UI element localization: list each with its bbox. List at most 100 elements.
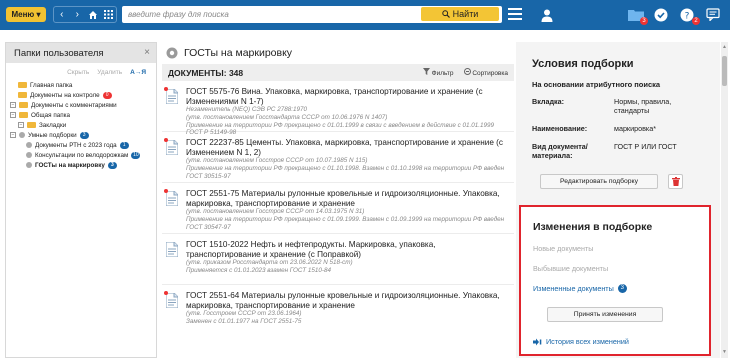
documents-bar: ДОКУМЕНТЫ: 348 Фильтр Сортировка — [162, 64, 514, 81]
condition-row: Наименование: маркировка* — [532, 124, 720, 133]
document-meta: Незаменитель (NEQ) СЭВ РС 2788:1970 — [186, 106, 307, 113]
condition-value: маркировка* — [614, 124, 657, 133]
document-title[interactable]: ГОСТ 5575-76 Вина. Упаковка, маркировка,… — [186, 87, 510, 106]
document-item[interactable]: ГОСТ 1510-2022 Нефть и нефтепродукты. Ма… — [162, 234, 514, 285]
condition-value: Нормы, правила, стандарты — [614, 97, 672, 115]
sidebar-tools: Скрыть Удалить А→Я — [6, 66, 156, 78]
help-icon[interactable]: ? 2 — [680, 8, 700, 25]
condition-key: Вкладка: — [532, 97, 564, 106]
page-title: ГОСТы на маркировку — [184, 47, 293, 59]
new-documents-link: Новые документы — [533, 244, 594, 253]
folder-tree-item[interactable]: − Умные подборки 3 — [10, 130, 156, 140]
condition-value: ГОСТ Р ИЛИ ГОСТ — [614, 142, 677, 151]
history-icon — [533, 338, 542, 345]
sort-label: Сортировка — [472, 70, 508, 77]
history-label: История всех изменений — [546, 337, 629, 346]
document-title[interactable]: ГОСТ 2551-64 Материалы рулонные кровельн… — [186, 291, 510, 310]
collection-changes-box: Изменения в подборке Новые документы Выб… — [519, 205, 711, 356]
home-icon[interactable] — [85, 7, 101, 22]
right-scrollbar[interactable]: ▲ ▼ — [721, 42, 728, 358]
folder-tree-item[interactable]: − Общая папка — [10, 110, 156, 120]
document-meta: Применение на территории РФ прекращено с… — [186, 215, 505, 231]
new-document-dot — [164, 138, 168, 142]
forward-icon[interactable]: › — [70, 7, 86, 22]
chat-icon[interactable] — [706, 8, 722, 22]
menu-button[interactable]: Меню ▾ — [6, 7, 46, 22]
folder-icon — [19, 112, 28, 118]
expand-toggle-icon[interactable]: − — [10, 132, 16, 138]
top-right-icons: 3 ? 2 — [628, 8, 722, 25]
back-icon[interactable]: ‹ — [54, 7, 70, 22]
sort-alpha-button[interactable]: А→Я — [130, 69, 146, 76]
hide-folder-button[interactable]: Скрыть — [67, 69, 89, 76]
folder-count-badge: 10 — [131, 151, 141, 159]
folder-tree-item[interactable]: Консультации по велодорожкам 10 — [10, 150, 156, 160]
folder-tree-item-label: ГОСТы на маркировку — [35, 161, 105, 169]
folder-icon[interactable]: 3 — [628, 8, 648, 25]
find-button[interactable]: Найти — [421, 7, 499, 21]
folder-tree-item[interactable]: − Закладки — [10, 120, 156, 130]
grid-icon[interactable] — [101, 7, 117, 22]
smart-collection-icon — [166, 47, 178, 59]
folder-tree-item-label: Закладки — [39, 121, 67, 129]
delete-collection-button[interactable] — [668, 174, 683, 189]
new-document-dot — [164, 87, 168, 91]
folder-tree-item[interactable]: − Документы с комментариями — [10, 100, 156, 110]
folder-tree-item[interactable]: ГОСТы на маркировку 3 — [10, 160, 156, 170]
changed-documents-link[interactable]: Измененные документы 3 — [533, 284, 709, 293]
trash-icon — [671, 177, 680, 186]
smart-collection-icon — [26, 162, 32, 168]
top-bar: Меню ▾ ‹ › введите фразу для поиска Найт… — [0, 0, 730, 30]
document-meta: (утв. постановлением Госстроя СССР от 14… — [186, 208, 365, 215]
hamburger-icon[interactable] — [508, 8, 522, 20]
check-icon[interactable] — [654, 8, 670, 22]
document-title[interactable]: ГОСТ 2551-75 Материалы рулонные кровельн… — [186, 189, 510, 208]
documents-count: ДОКУМЕНТЫ: 348 — [168, 67, 244, 78]
filter-button[interactable]: Фильтр — [422, 68, 454, 77]
document-item[interactable]: ГОСТ 5575-76 Вина. Упаковка, маркировка,… — [162, 81, 514, 136]
document-icon — [164, 138, 179, 156]
condition-key: Вид документа/ материала: — [532, 142, 588, 160]
delete-folder-button[interactable]: Удалить — [97, 69, 122, 76]
folder-tree-item[interactable]: Документы на контроле 0 — [10, 90, 156, 100]
conditions-subtitle: На основании атрибутного поиска — [532, 80, 661, 89]
document-meta: Применение на территории РФ прекращено с… — [186, 164, 505, 180]
user-icon[interactable] — [540, 8, 554, 22]
new-document-dot — [164, 189, 168, 193]
page-title-row: ГОСТы на маркировку — [162, 42, 514, 64]
folder-icon — [27, 122, 36, 128]
document-title[interactable]: ГОСТ 1510-2022 Нефть и нефтепродукты. Ма… — [186, 240, 510, 259]
edit-row: Редактировать подборку — [532, 174, 720, 189]
document-meta: Применяется с 01.01.2023 взамен ГОСТ 151… — [186, 266, 331, 274]
document-title[interactable]: ГОСТ 22237-85 Цементы. Упаковка, маркиро… — [186, 138, 510, 157]
scroll-down-icon[interactable]: ▼ — [721, 349, 728, 356]
close-icon[interactable]: × — [144, 47, 150, 58]
history-link[interactable]: История всех изменений — [533, 337, 709, 346]
folder-tree-item-label: Умные подборки — [28, 131, 77, 139]
sort-button[interactable]: Сортировка — [463, 68, 508, 77]
sort-icon — [463, 68, 471, 75]
edit-collection-button[interactable]: Редактировать подборку — [540, 174, 658, 189]
folder-tree-item-label: Главная папка — [30, 81, 73, 89]
folder-tree-item-label: Консультации по велодорожкам — [35, 151, 129, 159]
scroll-thumb[interactable] — [722, 56, 727, 86]
document-item[interactable]: ГОСТ 2551-64 Материалы рулонные кровельн… — [162, 285, 514, 336]
apply-changes-button[interactable]: Принять изменения — [547, 307, 663, 322]
smart-collection-icon — [19, 132, 25, 138]
folder-tree-item[interactable]: Главная папка — [10, 80, 156, 90]
document-item[interactable]: ГОСТ 22237-85 Цементы. Упаковка, маркиро… — [162, 132, 514, 183]
find-label: Найти — [452, 9, 479, 19]
expand-toggle-icon[interactable]: − — [10, 112, 16, 118]
folder-count-badge: 3 — [107, 161, 117, 169]
condition-row: Вид документа/ материала: ГОСТ Р ИЛИ ГОСТ — [532, 142, 720, 160]
expand-toggle-icon[interactable]: − — [18, 122, 24, 128]
document-item[interactable]: ГОСТ 2551-75 Материалы рулонные кровельн… — [162, 183, 514, 234]
document-icon — [164, 87, 179, 105]
expand-toggle-icon[interactable]: − — [10, 102, 16, 108]
folder-tree-item[interactable]: Документы РТН с 2023 года 1 — [10, 140, 156, 150]
document-icon — [164, 189, 179, 207]
sidebar-header: Папки пользователя × — [6, 43, 156, 63]
document-list: ГОСТ 5575-76 Вина. Упаковка, маркировка,… — [162, 81, 514, 336]
document-meta: Применение на территории РФ прекращено с… — [186, 121, 494, 137]
scroll-up-icon[interactable]: ▲ — [721, 44, 728, 51]
